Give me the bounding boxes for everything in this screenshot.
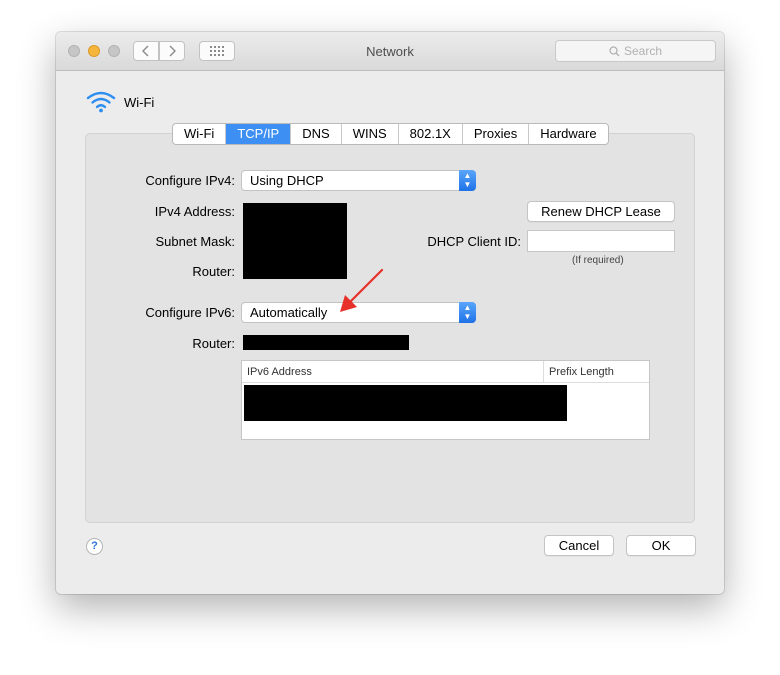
tab-dns[interactable]: DNS [291,124,342,144]
redacted-ipv6-rows [244,385,567,421]
subnet-mask-label: Subnet Mask: [155,234,236,249]
tab-8021x[interactable]: 802.1X [399,124,463,144]
tab-bar: Wi-Fi TCP/IP DNS WINS 802.1X Proxies Har… [172,123,609,145]
annotation-arrow-icon [340,268,384,312]
configure-ipv4-label: Configure IPv4: [145,173,235,188]
ipv4-router-label: Router: [192,264,235,279]
configure-ipv6-value: Automatically [250,305,328,320]
tab-tcpip[interactable]: TCP/IP [226,124,292,144]
interface-header: Wi-Fi [86,91,154,113]
select-stepper-icon: ▲ ▼ [459,302,476,323]
renew-dhcp-lease-button[interactable]: Renew DHCP Lease [527,201,675,222]
prefix-length-column-header[interactable]: Prefix Length [544,361,649,383]
wifi-icon [86,91,116,113]
configure-ipv4-select[interactable]: Using DHCP ▲ ▼ [241,170,476,191]
search-placeholder: Search [623,44,663,58]
tab-hardware[interactable]: Hardware [529,124,607,144]
dhcp-client-id-field[interactable] [527,230,675,252]
cancel-button[interactable]: Cancel [544,535,614,556]
configure-ipv6-label: Configure IPv6: [145,305,235,320]
redacted-ipv4-values [243,203,347,279]
configure-ipv4-value: Using DHCP [250,173,324,188]
tab-wifi[interactable]: Wi-Fi [173,124,227,144]
dhcp-client-id-hint: (If required) [572,255,624,266]
ipv4-address-label: IPv4 Address: [154,204,235,219]
redacted-ipv6-router [243,335,409,350]
help-button[interactable]: ? [86,538,103,555]
ipv6-address-column-header[interactable]: IPv6 Address [242,361,544,383]
search-field[interactable]: Search [555,40,716,62]
tab-wins[interactable]: WINS [342,124,399,144]
dhcp-client-id-label: DHCP Client ID: [427,234,521,249]
select-stepper-icon: ▲ ▼ [459,170,476,191]
ipv6-router-label: Router: [192,336,235,351]
search-icon [609,45,620,56]
title-bar: Network Search [56,32,724,71]
interface-name: Wi-Fi [124,94,155,110]
ok-button[interactable]: OK [626,535,696,556]
tab-proxies[interactable]: Proxies [463,124,530,144]
settings-panel [85,133,695,523]
